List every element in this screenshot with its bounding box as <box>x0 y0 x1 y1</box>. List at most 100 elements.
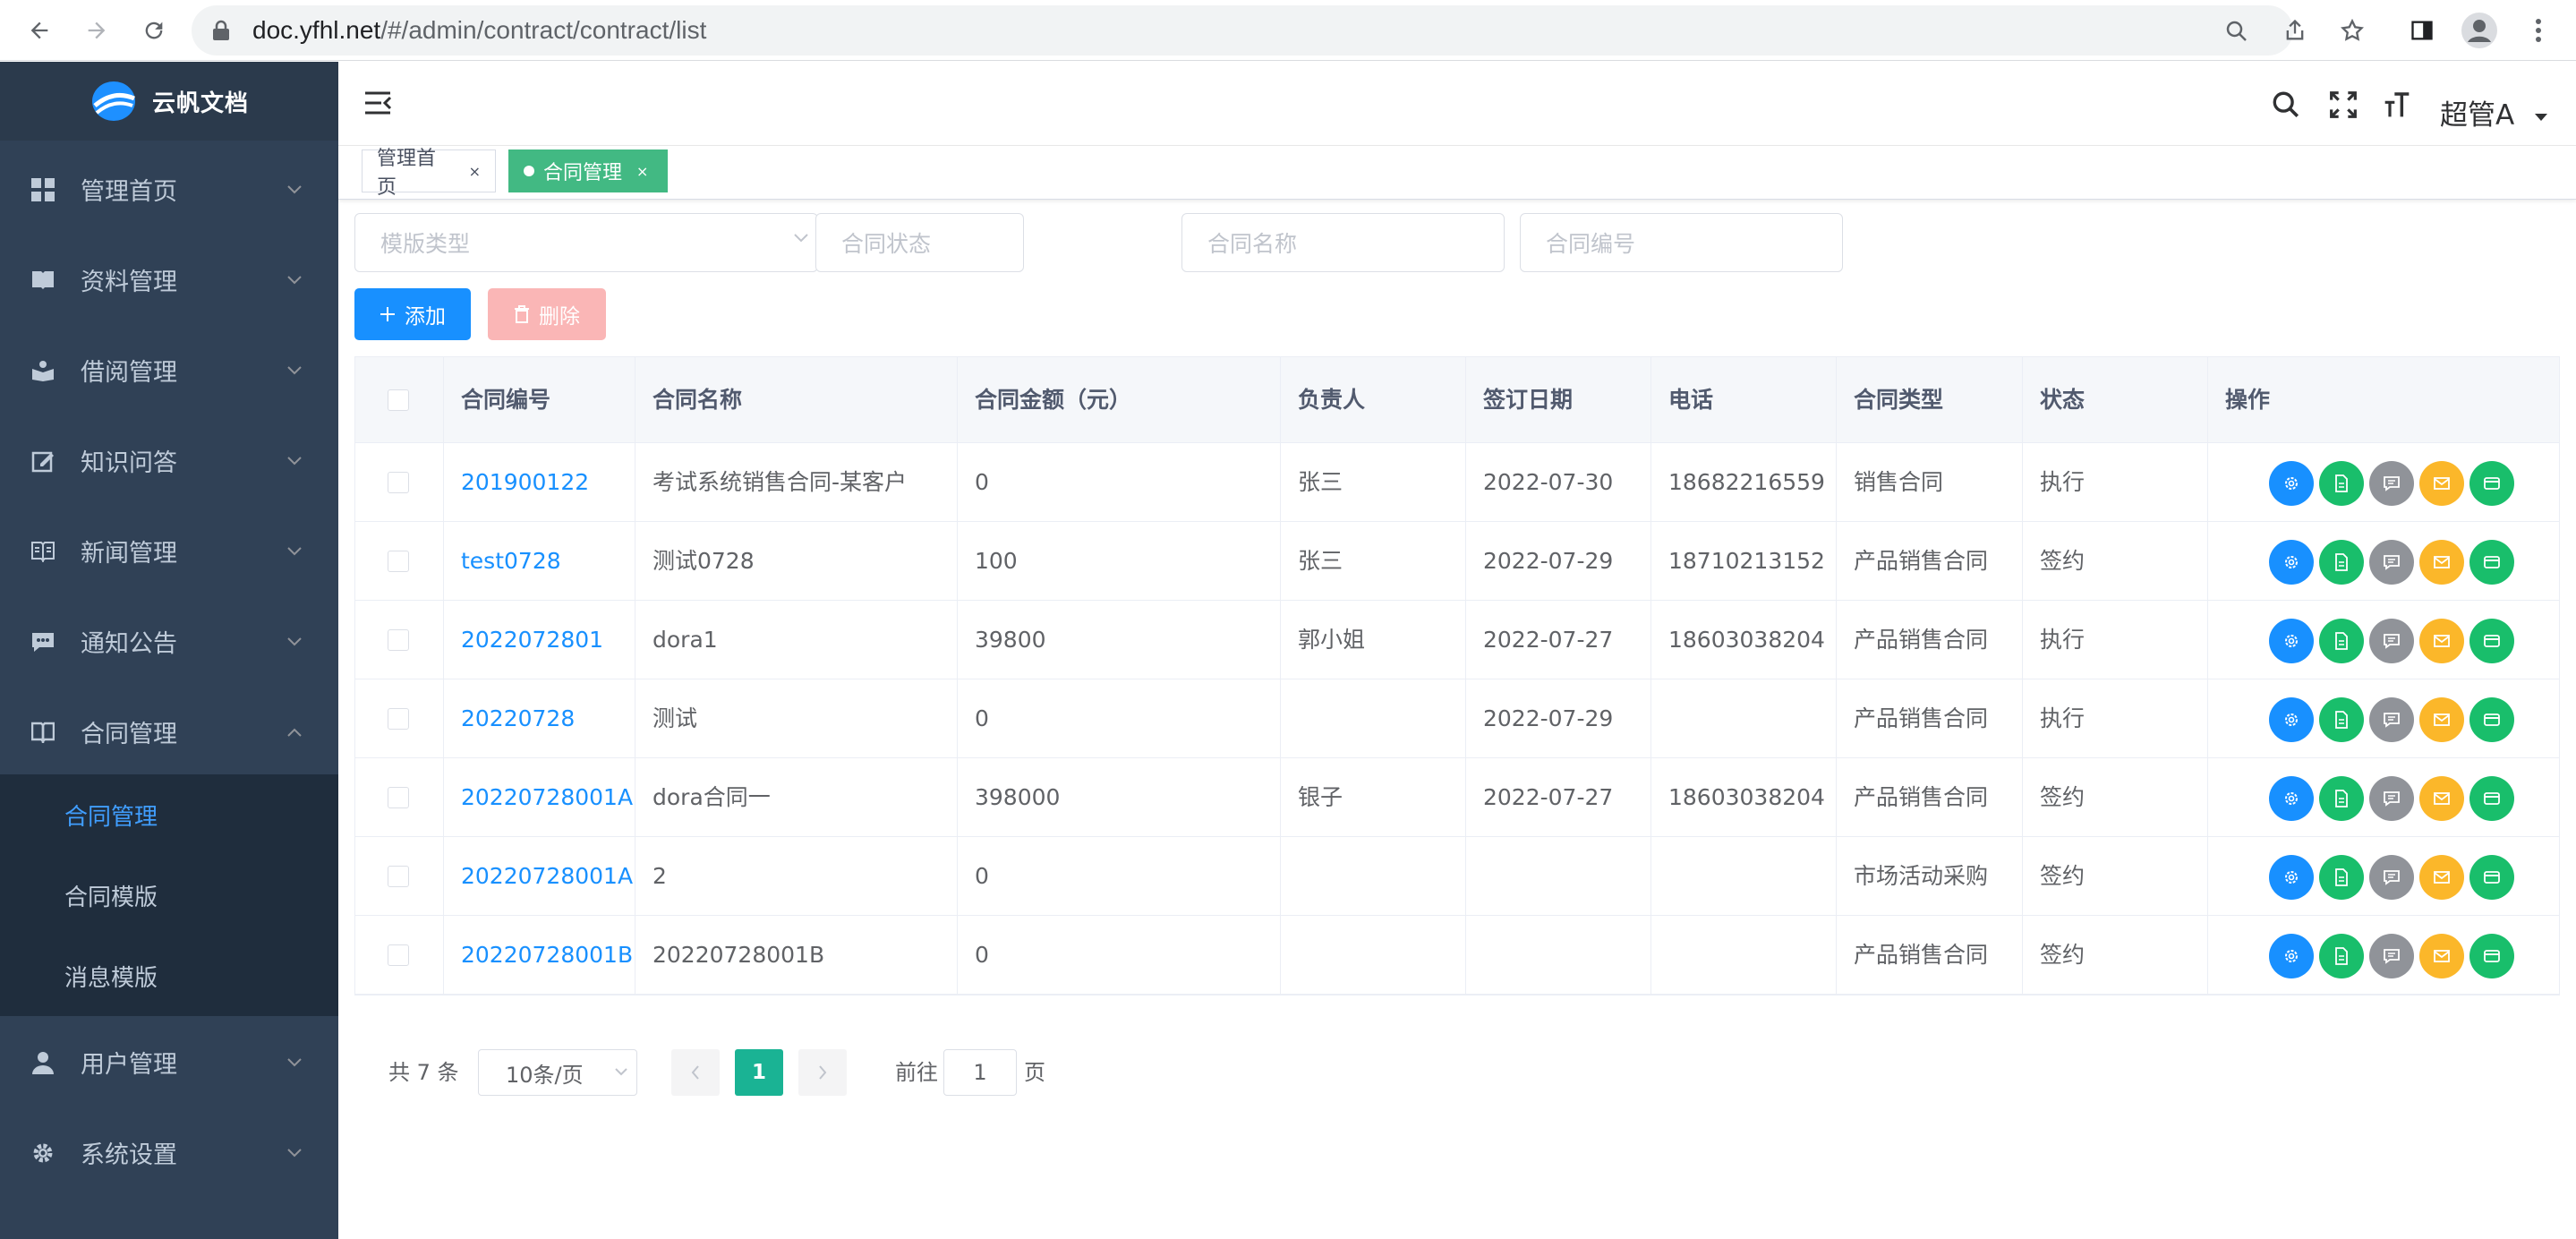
sidebar-item-documents[interactable]: 资料管理 <box>0 235 338 325</box>
contract-no-link[interactable]: 2022072801 <box>443 601 603 679</box>
card-action-icon[interactable] <box>2469 855 2514 900</box>
card-action-icon[interactable] <box>2469 461 2514 506</box>
template-type-select[interactable]: 模版类型 <box>354 213 818 272</box>
tag-dashboard[interactable]: 管理首页 × <box>362 148 496 199</box>
caret-down-icon[interactable] <box>2535 114 2547 121</box>
mail-action-icon[interactable] <box>2419 855 2464 900</box>
row-checkbox[interactable] <box>388 708 409 730</box>
sidebar-item-qa[interactable]: 知识问答 <box>0 415 338 506</box>
contract-no-link[interactable]: 201900122 <box>443 443 589 522</box>
add-button[interactable]: 添加 <box>354 288 471 340</box>
comment-action-icon[interactable] <box>2369 540 2414 585</box>
profile-icon[interactable] <box>2460 11 2499 50</box>
row-checkbox[interactable] <box>388 629 409 651</box>
sidebar-item-news[interactable]: 新闻管理 <box>0 506 338 596</box>
settings-action-icon[interactable] <box>2269 855 2314 900</box>
card-action-icon[interactable] <box>2469 776 2514 821</box>
page-size-select[interactable]: 10条/页 <box>478 1049 637 1096</box>
close-icon[interactable]: × <box>636 163 648 180</box>
contract-name-input[interactable]: 合同名称 <box>1181 213 1505 272</box>
cell-phone: 18682216559 <box>1668 469 1825 495</box>
lock-icon[interactable] <box>211 20 231 41</box>
contract-no-link[interactable]: 20220728 <box>443 679 575 758</box>
delete-button[interactable]: 删除 <box>488 288 606 340</box>
mail-action-icon[interactable] <box>2419 934 2464 978</box>
settings-action-icon[interactable] <box>2269 776 2314 821</box>
settings-action-icon[interactable] <box>2269 619 2314 663</box>
address-bar[interactable]: doc.yfhl.net/#/admin/contract/contract/l… <box>192 5 2293 56</box>
sidebar-item-contracts[interactable]: 合同管理 <box>0 687 338 777</box>
settings-action-icon[interactable] <box>2269 540 2314 585</box>
document-action-icon[interactable] <box>2319 855 2364 900</box>
row-checkbox[interactable] <box>388 472 409 493</box>
sidebar-item-borrowing[interactable]: 借阅管理 <box>0 325 338 415</box>
contract-no-link[interactable]: 20220728001B <box>443 916 633 995</box>
close-icon[interactable]: × <box>469 163 481 180</box>
goto-page-input[interactable]: 1 <box>943 1049 1017 1096</box>
submenu-item-message-templates[interactable]: 消息模版 <box>0 936 338 1016</box>
card-action-icon[interactable] <box>2469 697 2514 742</box>
sidebar-item-notices[interactable]: 通知公告 <box>0 596 338 687</box>
zoom-icon[interactable] <box>2223 18 2250 45</box>
card-action-icon[interactable] <box>2469 934 2514 978</box>
share-icon[interactable] <box>2275 11 2315 50</box>
card-action-icon[interactable] <box>2469 619 2514 663</box>
settings-action-icon[interactable] <box>2269 697 2314 742</box>
mail-action-icon[interactable] <box>2419 697 2464 742</box>
cell-owner <box>1280 679 1298 758</box>
tag-contracts[interactable]: 合同管理 × <box>508 150 668 192</box>
user-name[interactable]: 超管A <box>2440 92 2514 132</box>
document-action-icon[interactable] <box>2319 540 2364 585</box>
sidebar-item-users[interactable]: 用户管理 <box>0 1017 338 1107</box>
contract-status-select[interactable]: 合同状态 <box>815 213 1024 272</box>
mail-action-icon[interactable] <box>2419 619 2464 663</box>
document-action-icon[interactable] <box>2319 776 2364 821</box>
contract-no-link[interactable]: 20220728001A <box>443 837 633 916</box>
document-action-icon[interactable] <box>2319 619 2364 663</box>
more-menu-icon[interactable] <box>2519 11 2558 50</box>
side-panel-icon[interactable] <box>2402 11 2442 50</box>
font-size-icon[interactable] <box>2379 87 2415 123</box>
comment-action-icon[interactable] <box>2369 461 2414 506</box>
cell-phone: 18710213152 <box>1668 548 1825 574</box>
contract-no-link[interactable]: test0728 <box>443 522 561 601</box>
row-checkbox[interactable] <box>388 866 409 887</box>
contract-no-input[interactable]: 合同编号 <box>1520 213 1843 272</box>
row-checkbox[interactable] <box>388 944 409 966</box>
mail-action-icon[interactable] <box>2419 776 2464 821</box>
select-all-checkbox[interactable] <box>388 389 409 411</box>
row-checkbox[interactable] <box>388 787 409 808</box>
mail-action-icon[interactable] <box>2419 540 2464 585</box>
submenu-item-contract-templates[interactable]: 合同模版 <box>0 855 338 936</box>
back-icon[interactable] <box>20 11 59 50</box>
comment-action-icon[interactable] <box>2369 934 2414 978</box>
contract-no-link[interactable]: 20220728001A <box>443 758 633 837</box>
document-action-icon[interactable] <box>2319 697 2364 742</box>
comment-action-icon[interactable] <box>2369 697 2414 742</box>
prev-page-button[interactable] <box>671 1049 720 1096</box>
submenu-item-contracts[interactable]: 合同管理 <box>0 774 338 855</box>
logo[interactable]: 云帆文档 <box>0 62 338 141</box>
sidebar-item-dashboard[interactable]: 管理首页 <box>0 144 338 235</box>
reload-icon[interactable] <box>134 11 174 50</box>
document-action-icon[interactable] <box>2319 461 2364 506</box>
url-text[interactable]: doc.yfhl.net/#/admin/contract/contract/l… <box>252 5 706 56</box>
row-checkbox[interactable] <box>388 551 409 572</box>
settings-action-icon[interactable] <box>2269 934 2314 978</box>
document-action-icon[interactable] <box>2319 934 2364 978</box>
card-action-icon[interactable] <box>2469 540 2514 585</box>
comment-action-icon[interactable] <box>2369 776 2414 821</box>
search-icon[interactable] <box>2268 87 2304 123</box>
comment-action-icon[interactable] <box>2369 619 2414 663</box>
forward-icon[interactable] <box>77 11 116 50</box>
page-number-button[interactable]: 1 <box>735 1049 783 1096</box>
sidebar-item-settings[interactable]: 系统设置 <box>0 1107 338 1198</box>
mail-action-icon[interactable] <box>2419 461 2464 506</box>
comment-action-icon[interactable] <box>2369 855 2414 900</box>
next-page-button[interactable] <box>798 1049 847 1096</box>
fullscreen-icon[interactable] <box>2325 87 2361 123</box>
settings-action-icon[interactable] <box>2269 461 2314 506</box>
cell-contract-name: 测试0728 <box>653 548 755 574</box>
hamburger-icon[interactable] <box>363 90 392 115</box>
bookmark-star-icon[interactable] <box>2333 11 2372 50</box>
